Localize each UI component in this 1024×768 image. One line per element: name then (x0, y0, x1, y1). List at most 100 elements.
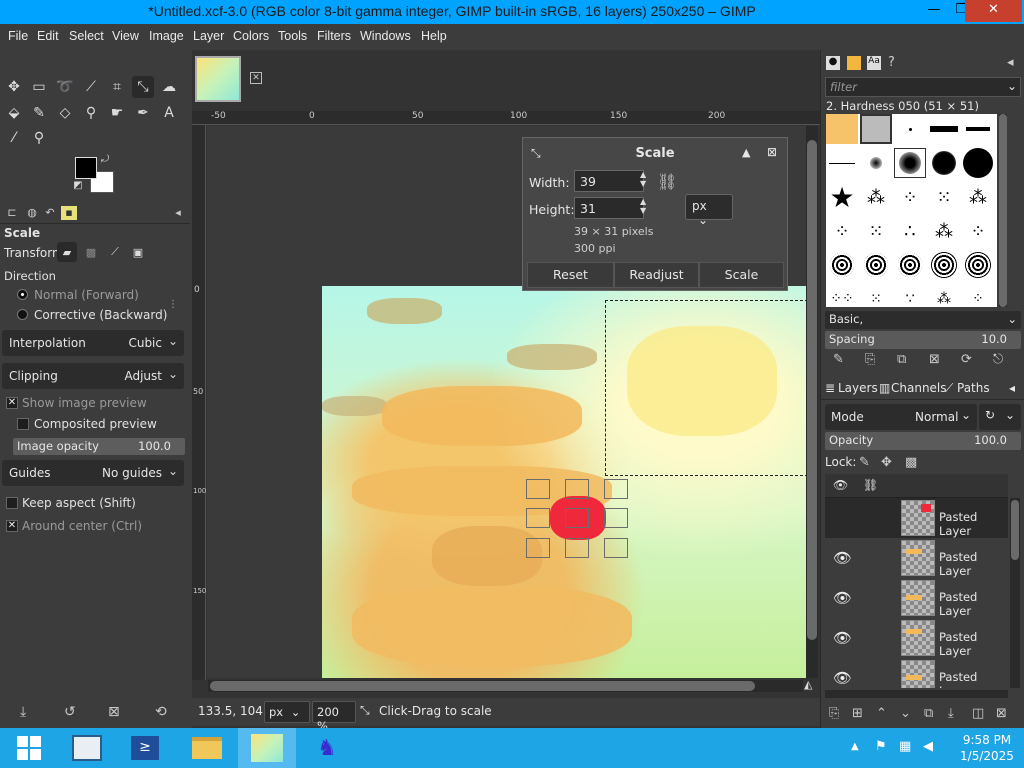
open-brush-icon[interactable]: ⎋ (993, 352, 1003, 367)
transform-handle[interactable] (565, 508, 589, 528)
default-colors-icon[interactable]: ◩ (71, 178, 85, 192)
transform-handle[interactable] (565, 538, 589, 558)
lower-layer-icon[interactable]: ⌄ (900, 706, 911, 721)
scrollbar-thumb[interactable] (999, 114, 1007, 307)
menu-layer[interactable]: Layer (193, 29, 224, 43)
brush-item[interactable] (860, 250, 892, 280)
menu-image[interactable]: Image (149, 29, 184, 43)
layer-row[interactable]: 👁 Pasted Layer (825, 578, 1008, 618)
zoom-selector[interactable]: 200 % (312, 701, 356, 733)
eye-icon[interactable]: 👁 (833, 549, 852, 567)
system-clock[interactable]: 9:58 PM 1/5/2025 (954, 732, 1020, 764)
chevron-down-icon[interactable]: ⌄ (1007, 79, 1017, 93)
transform-selection-icon[interactable]: ▩ (81, 242, 101, 262)
lock-position-icon[interactable]: ✥ (881, 455, 892, 470)
delete-brush-icon[interactable]: ⊠ (929, 352, 940, 367)
chain-link-icon[interactable]: ⛓ (657, 172, 677, 191)
menu-select[interactable]: Select (69, 29, 104, 43)
brush-item[interactable] (928, 148, 960, 178)
brush-item[interactable] (894, 250, 926, 280)
layer-mode-select[interactable]: Mode Normal ⌄ (825, 404, 977, 430)
height-stepper-icon[interactable]: ▲ ▼ (640, 197, 646, 215)
fonts-tab-icon[interactable]: Aa (867, 56, 881, 70)
menu-colors[interactable]: Colors (233, 29, 269, 43)
color-picker-tool-icon[interactable]: ⁄ (3, 127, 25, 149)
eye-icon[interactable]: 👁 (833, 669, 852, 687)
save-preset-icon[interactable]: ⤓ (20, 704, 26, 720)
paintbrush-tool-icon[interactable]: ✎ (28, 102, 50, 124)
brush-item[interactable]: ⁂ (860, 182, 892, 212)
new-layer-group-icon[interactable]: ⊞ (852, 706, 863, 721)
brush-item[interactable]: ⁘ (826, 216, 858, 246)
duplicate-layer-icon[interactable]: ⧉ (924, 706, 933, 721)
eye-icon[interactable]: 👁 (833, 629, 852, 647)
configure-tab-icon[interactable]: ◂ (170, 206, 186, 220)
restore-preset-icon[interactable]: ↺ (64, 704, 76, 720)
clipping-select[interactable]: Clipping Adjust ⌄ (2, 363, 184, 389)
brush-item[interactable] (826, 114, 858, 144)
network-icon[interactable]: ▦ (899, 739, 911, 754)
volume-icon[interactable]: ◀ (923, 739, 933, 754)
raise-layer-icon[interactable]: ⌃ (876, 706, 887, 721)
brush-item[interactable]: ⁂ (962, 182, 994, 212)
lock-pixels-icon[interactable]: ✎ (859, 455, 870, 470)
tool-options-tab-icon[interactable]: ⊏ (4, 206, 20, 220)
brush-item[interactable]: ⁙ (860, 216, 892, 246)
patterns-tab-icon[interactable] (847, 56, 861, 70)
unit-selector[interactable]: px ⌄ (264, 701, 310, 723)
action-center-icon[interactable]: ⚑ (875, 739, 887, 754)
canvas-viewport[interactable]: ⤡ Scale ▲ ⊠ Width: 39 ▲ ▼ Height: 31 ▲ ▼ ⛓… (207, 126, 814, 678)
lock-alpha-icon[interactable]: ▩ (905, 455, 917, 470)
brush-grid[interactable]: ★ ⁂ ⁘ ⁙ ⁂ ⁘ ⁙ ∴ ⁂ ⁘ ⁘⁘ ⁙ ∵ ⁂ ⁘ (826, 114, 997, 307)
merge-layer-icon[interactable]: ⤓ (948, 706, 954, 721)
brush-item[interactable]: ⁂ (928, 216, 960, 246)
transform-handle[interactable] (565, 479, 589, 499)
start-button[interactable] (0, 728, 58, 768)
brush-tag-input[interactable]: Basic, ⌄ (825, 311, 1021, 329)
composite-mode-select[interactable]: ↻ ⌄ (979, 404, 1021, 430)
width-input[interactable]: 39 (574, 170, 644, 192)
image-canvas[interactable] (322, 286, 814, 678)
brush-item[interactable] (962, 114, 994, 144)
layer-row[interactable]: 👁 Pasted Layer (825, 658, 1008, 688)
brush-item[interactable] (894, 148, 926, 178)
layer-row[interactable]: 👁 Pasted Layer (825, 618, 1008, 658)
width-stepper-icon[interactable]: ▲ ▼ (640, 170, 646, 188)
layer-row[interactable]: Pasted Layer (825, 498, 1008, 538)
scrollbar-thumb[interactable] (807, 140, 817, 640)
refresh-brushes-icon[interactable]: ⟳ (961, 352, 972, 367)
rect-select-tool-icon[interactable]: ▭ (28, 76, 50, 98)
crop-tool-icon[interactable]: ⌗ (106, 76, 128, 98)
gimp-button[interactable]: ♞ (298, 728, 356, 768)
show-preview-checkbox[interactable]: ✕ (6, 397, 18, 409)
brush-item[interactable] (860, 148, 892, 178)
layers-scrollbar[interactable] (1010, 498, 1020, 688)
direction-normal-radio[interactable] (17, 289, 28, 300)
close-icon[interactable]: ✕ (250, 72, 262, 84)
interpolation-select[interactable]: Interpolation Cubic ⌄ (2, 330, 184, 356)
brush-filter-input[interactable]: filter (825, 77, 1021, 97)
menu-tools[interactable]: Tools (278, 29, 307, 43)
brush-item[interactable]: ⁘⁘ (826, 284, 858, 307)
brush-item[interactable]: ⁂ (928, 284, 960, 307)
brush-item[interactable] (962, 148, 994, 178)
move-tool-icon[interactable]: ✥ (3, 76, 25, 98)
composited-preview-checkbox[interactable] (17, 418, 29, 430)
image-tab-thumbnail[interactable] (195, 56, 241, 102)
unit-select[interactable]: px ⌄ (685, 194, 733, 227)
powershell-button[interactable]: ≥ (116, 728, 174, 768)
chevron-up-icon[interactable]: ▲ (851, 741, 859, 752)
spacing-slider[interactable]: Spacing 10.0 (825, 331, 1021, 349)
minimize-button[interactable]: — (921, 0, 947, 22)
transform-handle[interactable] (526, 538, 550, 558)
tab-channels[interactable]: Channels (891, 381, 947, 395)
fuzzy-select-tool-icon[interactable]: ⟋ (80, 76, 102, 98)
brush-item[interactable]: ∵ (894, 284, 926, 307)
configure-tab-icon[interactable]: ◂ (1009, 381, 1015, 395)
menu-help[interactable]: Help (421, 29, 447, 43)
layer-opacity-slider[interactable]: Opacity 100.0 (825, 432, 1021, 450)
duplicate-brush-icon[interactable]: ⧉ (897, 352, 906, 367)
menu-file[interactable]: File (8, 29, 28, 43)
configure-tab-icon[interactable]: ◂ (1007, 55, 1014, 70)
tab-paths[interactable]: Paths (957, 381, 990, 395)
